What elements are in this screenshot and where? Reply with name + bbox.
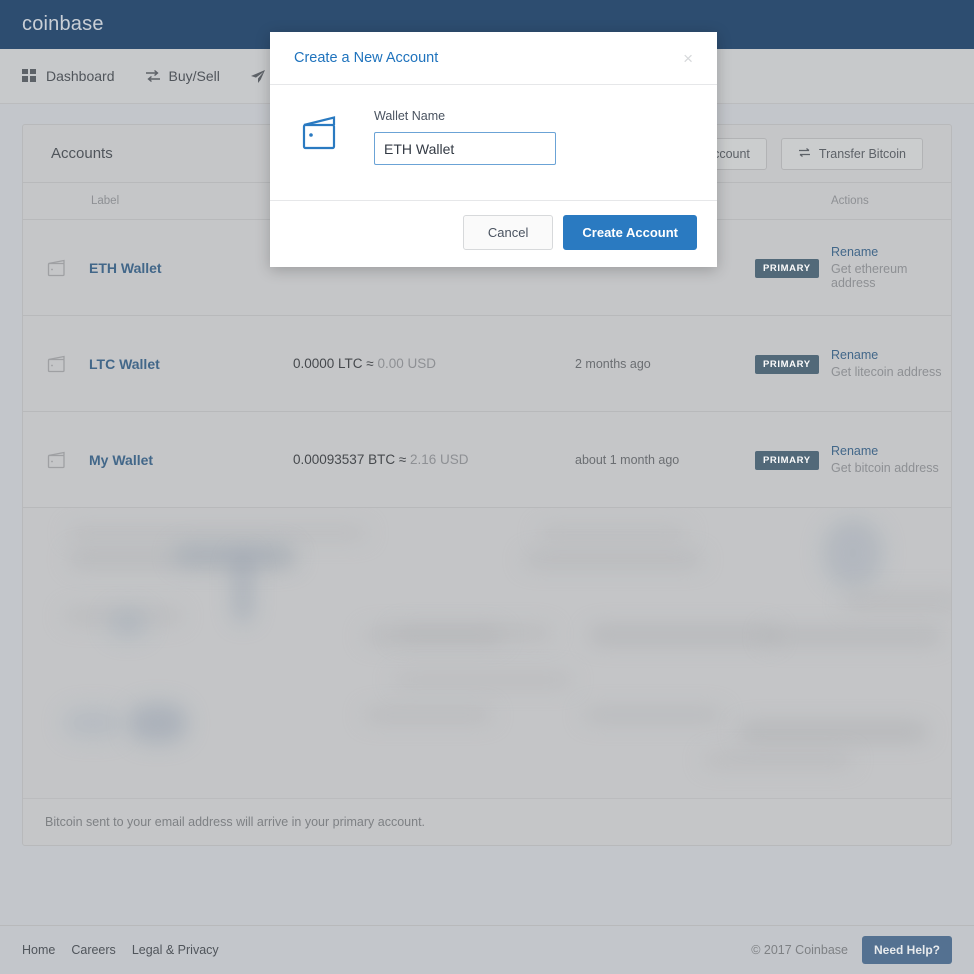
transfer-bitcoin-button[interactable]: Transfer Bitcoin xyxy=(780,137,923,170)
footer-right: © 2017 Coinbase Need Help? xyxy=(751,936,952,964)
send-icon xyxy=(250,68,266,84)
need-help-button[interactable]: Need Help? xyxy=(861,936,952,964)
transfer-icon xyxy=(798,147,811,161)
grid-icon xyxy=(22,68,38,84)
account-label-cell: My Wallet xyxy=(23,451,293,469)
account-name-link[interactable]: My Wallet xyxy=(89,452,153,468)
rename-link[interactable]: Rename xyxy=(831,245,951,259)
page-title: Accounts xyxy=(51,145,113,162)
create-account-submit-button[interactable]: Create Account xyxy=(563,215,697,250)
balance-crypto: 0.0000 LTC ≈ xyxy=(293,356,378,371)
column-header-actions: Actions xyxy=(831,195,869,207)
wallet-name-input[interactable] xyxy=(374,132,556,165)
close-icon[interactable]: × xyxy=(683,50,693,67)
balance-usd: 2.16 USD xyxy=(410,452,469,467)
copyright-text: © 2017 Coinbase xyxy=(751,943,848,957)
column-header-label: Label xyxy=(91,195,120,207)
redacted-content-region xyxy=(23,508,951,799)
create-account-modal: Create a New Account × Wallet Name Cance… xyxy=(270,32,717,267)
account-time-cell: 2 months ago xyxy=(575,356,651,371)
account-label-cell: ETH Wallet xyxy=(23,259,293,277)
get-address-link[interactable]: Get ethereum address xyxy=(831,262,951,290)
modal-footer: Cancel Create Account xyxy=(270,200,717,267)
footer-links: Home Careers Legal & Privacy xyxy=(22,943,219,957)
account-balance-cell: 0.00093537 BTC ≈ 2.16 USD xyxy=(293,452,575,467)
account-balance-cell: 0.0000 LTC ≈ 0.00 USD xyxy=(293,356,575,371)
account-time-cell: about 1 month ago xyxy=(575,452,680,467)
transfer-bitcoin-label: Transfer Bitcoin xyxy=(818,146,906,161)
status-badge: PRIMARY xyxy=(755,354,819,374)
cancel-button[interactable]: Cancel xyxy=(462,215,554,250)
account-actions-cell: Rename Get bitcoin address xyxy=(831,444,951,475)
exchange-icon xyxy=(145,68,161,84)
wallet-name-label: Wallet Name xyxy=(374,109,446,123)
status-badge: PRIMARY xyxy=(755,450,819,470)
wallet-icon xyxy=(47,451,69,469)
modal-header: Create a New Account × xyxy=(270,32,717,85)
accounts-footnote: Bitcoin sent to your email address will … xyxy=(45,815,426,829)
wallet-icon xyxy=(47,355,69,373)
page-footer: Home Careers Legal & Privacy © 2017 Coin… xyxy=(0,925,974,974)
rename-link[interactable]: Rename xyxy=(831,444,951,458)
modal-fields: Wallet Name xyxy=(360,109,693,170)
nav-label-buy-sell: Buy/Sell xyxy=(168,68,220,84)
get-address-link[interactable]: Get bitcoin address xyxy=(831,461,951,475)
nav-item-dashboard[interactable]: Dashboard xyxy=(22,68,115,84)
wallet-icon xyxy=(47,259,69,277)
modal-body: Wallet Name xyxy=(270,85,717,200)
nav-label-dashboard: Dashboard xyxy=(46,68,115,84)
account-actions-cell: Rename Get ethereum address xyxy=(831,245,951,290)
footer-link-legal-privacy[interactable]: Legal & Privacy xyxy=(132,943,219,957)
wallet-icon xyxy=(300,109,360,170)
account-label-cell: LTC Wallet xyxy=(23,355,293,373)
status-badge: PRIMARY xyxy=(755,258,819,278)
footer-link-home[interactable]: Home xyxy=(22,943,55,957)
modal-title: Create a New Account xyxy=(294,50,439,66)
coinbase-logo[interactable]: coinbase xyxy=(22,13,104,36)
account-status-cell: PRIMARY xyxy=(755,258,831,278)
account-name-link[interactable]: LTC Wallet xyxy=(89,356,160,372)
balance-usd: 0.00 USD xyxy=(377,356,436,371)
footer-link-careers[interactable]: Careers xyxy=(71,943,115,957)
account-status-cell: PRIMARY xyxy=(755,450,831,470)
table-row[interactable]: LTC Wallet 0.0000 LTC ≈ 0.00 USD 2 month… xyxy=(23,316,951,412)
account-status-cell: PRIMARY xyxy=(755,354,831,374)
table-row[interactable]: My Wallet 0.00093537 BTC ≈ 2.16 USD abou… xyxy=(23,412,951,508)
account-actions-cell: Rename Get litecoin address xyxy=(831,348,951,379)
nav-item-buy-sell[interactable]: Buy/Sell xyxy=(145,68,220,84)
account-name-link[interactable]: ETH Wallet xyxy=(89,260,162,276)
rename-link[interactable]: Rename xyxy=(831,348,951,362)
balance-crypto: 0.00093537 BTC ≈ xyxy=(293,452,410,467)
get-address-link[interactable]: Get litecoin address xyxy=(831,365,951,379)
